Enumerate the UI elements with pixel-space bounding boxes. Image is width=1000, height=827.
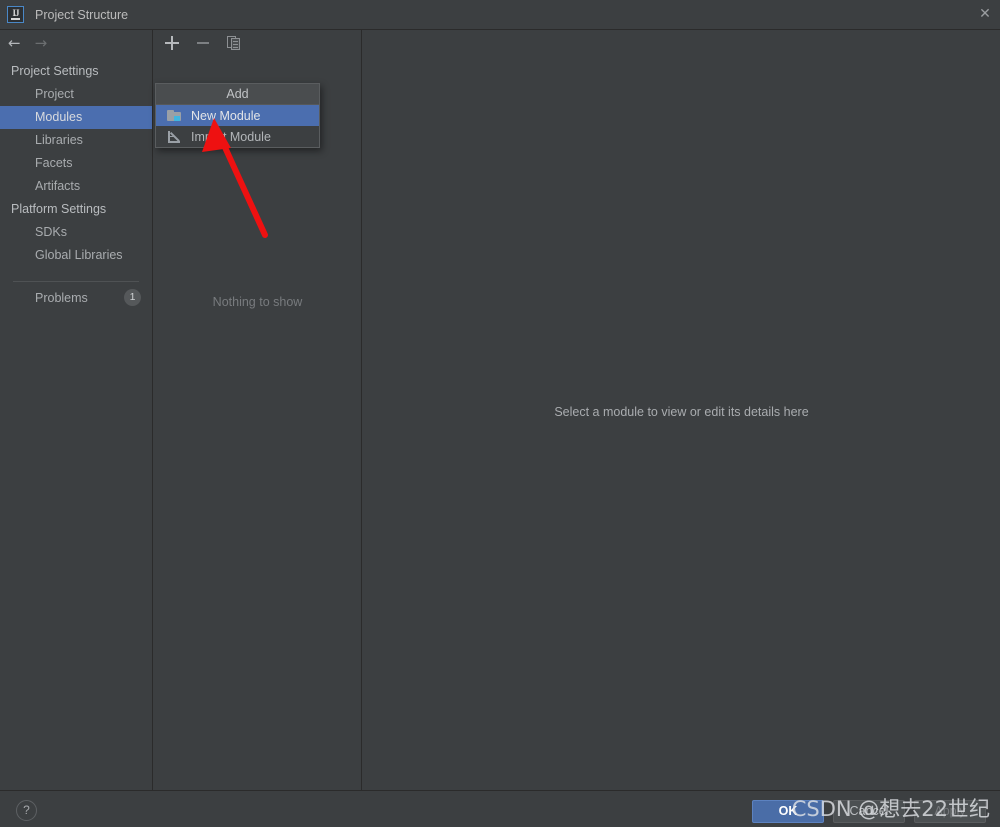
arrow-left-icon[interactable]: ← (8, 35, 21, 51)
add-menu-title: Add (156, 84, 319, 105)
dialog-body: ← → Project Settings Project Modules Lib… (0, 30, 1000, 790)
sidebar-group-project-settings: Project Settings (11, 64, 99, 78)
folder-module-icon (167, 109, 183, 123)
copy-icon[interactable] (225, 34, 243, 52)
sidebar: ← → Project Settings Project Modules Lib… (0, 30, 153, 790)
add-menu-popup: Add New Module Import Module (155, 83, 320, 148)
modules-toolbar (154, 30, 361, 56)
page-title: Project Structure (35, 7, 129, 22)
sidebar-item-sdks[interactable]: SDKs (0, 221, 152, 244)
sidebar-item-libraries[interactable]: Libraries (0, 129, 152, 152)
project-structure-dialog: IJ Project Structure ✕ ← → Project Setti… (0, 0, 1000, 827)
import-arrow-icon (167, 130, 183, 144)
problems-label: Problems (35, 290, 88, 305)
menu-item-import-module[interactable]: Import Module (156, 126, 319, 147)
menu-item-new-module-label: New Module (191, 108, 261, 123)
cancel-button[interactable]: Cancel (833, 800, 905, 823)
dialog-footer: ? OK Cancel Apply (0, 790, 1000, 827)
ok-button[interactable]: OK (752, 800, 824, 823)
sidebar-item-artifacts[interactable]: Artifacts (0, 175, 152, 198)
modules-empty-text: Nothing to show (212, 295, 303, 309)
sidebar-item-project[interactable]: Project (0, 83, 152, 106)
arrow-right-icon[interactable]: → (35, 35, 48, 51)
footer-button-group: OK Cancel Apply (752, 800, 986, 823)
menu-item-import-module-label: Import Module (191, 129, 271, 144)
module-details-placeholder: Select a module to view or edit its deta… (554, 405, 809, 419)
module-details-panel: Select a module to view or edit its deta… (363, 30, 1000, 790)
problems-count-badge: 1 (124, 289, 141, 306)
plus-icon[interactable] (163, 34, 181, 52)
sidebar-item-global-libraries[interactable]: Global Libraries (0, 244, 152, 267)
menu-item-new-module[interactable]: New Module (156, 105, 319, 126)
sidebar-item-problems[interactable]: Problems 1 (0, 282, 152, 309)
apply-button[interactable]: Apply (914, 800, 986, 823)
sidebar-item-modules[interactable]: Modules (0, 106, 152, 129)
sidebar-list: Project Settings Project Modules Librari… (0, 60, 152, 309)
sidebar-group-platform-settings: Platform Settings (11, 202, 107, 216)
help-button[interactable]: ? (16, 800, 37, 821)
intellij-idea-logo-icon: IJ (7, 6, 24, 23)
sidebar-item-facets[interactable]: Facets (0, 152, 152, 175)
sidebar-navigation: ← → (0, 30, 152, 56)
minus-icon[interactable] (194, 34, 212, 52)
title-bar: IJ Project Structure ✕ (0, 0, 1000, 30)
close-icon[interactable]: ✕ (977, 6, 993, 22)
